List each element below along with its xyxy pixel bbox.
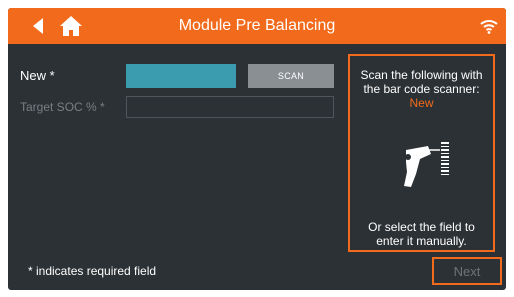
required-field-note: * indicates required field — [28, 264, 157, 278]
page-title: Module Pre Balancing — [178, 17, 336, 34]
scan-target-label: New — [409, 96, 434, 110]
new-field[interactable] — [126, 64, 236, 88]
next-button[interactable]: Next — [432, 257, 502, 285]
panel-line-2: the bar code scanner: — [363, 82, 480, 96]
panel-line-1: Scan the following with — [360, 68, 483, 82]
new-label: New * — [20, 68, 55, 83]
scan-button[interactable]: SCAN — [248, 64, 334, 88]
target-soc-field[interactable] — [126, 96, 334, 118]
top-bar: Module Pre Balancing — [8, 8, 506, 44]
barcode-scanner-icon — [404, 142, 449, 187]
panel-footer-line-1: Or select the field to — [368, 220, 475, 234]
panel-footer-line-2: enter it manually. — [376, 234, 467, 248]
wifi-icon — [480, 20, 498, 34]
scan-instructions-panel: Scan the following with the bar code sca… — [348, 54, 495, 252]
app-screen: Module Pre Balancing New * SCAN Target S… — [8, 8, 506, 290]
target-soc-label: Target SOC % * — [20, 100, 105, 114]
